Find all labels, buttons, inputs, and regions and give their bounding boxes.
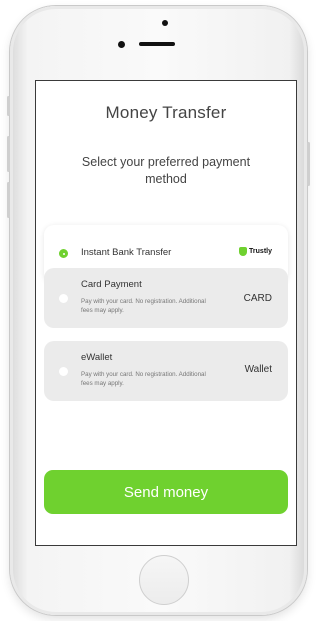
radio-unselected-icon[interactable]: [59, 367, 68, 376]
radio-selected-icon[interactable]: [59, 249, 68, 258]
trustly-logo: Trustly: [239, 247, 272, 256]
payment-option-ewallet[interactable]: eWallet Pay with your card. No registrat…: [44, 341, 288, 401]
volume-up-button: [7, 136, 10, 172]
power-button: [307, 142, 310, 186]
payment-option-label: Card Payment: [81, 279, 142, 290]
payment-option-card[interactable]: Card Payment Pay with your card. No regi…: [44, 268, 288, 328]
payment-option-badge: CARD: [243, 293, 272, 304]
mute-switch: [7, 96, 10, 116]
send-money-button[interactable]: Send money: [44, 470, 288, 514]
payment-option-label: eWallet: [81, 352, 113, 363]
page-title: Money Transfer: [105, 103, 227, 122]
trustly-logo-icon: [239, 247, 248, 256]
page-subtitle: Select your preferred payment method: [81, 155, 251, 186]
speaker-grille: [139, 42, 175, 46]
payment-option-badge: Wallet: [244, 364, 272, 375]
front-sensor-icon: [118, 41, 125, 48]
payment-option-description: Pay with your card. No registration. Add…: [81, 371, 206, 387]
trustly-brand-text: Trustly: [249, 248, 272, 255]
camera-icon: [162, 20, 168, 26]
app-screen: Money Transfer Select your preferred pay…: [35, 80, 297, 546]
home-button: [139, 555, 189, 605]
radio-unselected-icon[interactable]: [59, 294, 68, 303]
payment-option-label: Instant Bank Transfer: [81, 247, 172, 258]
volume-down-button: [7, 182, 10, 218]
payment-option-description: Pay with your card. No registration. Add…: [81, 298, 206, 314]
